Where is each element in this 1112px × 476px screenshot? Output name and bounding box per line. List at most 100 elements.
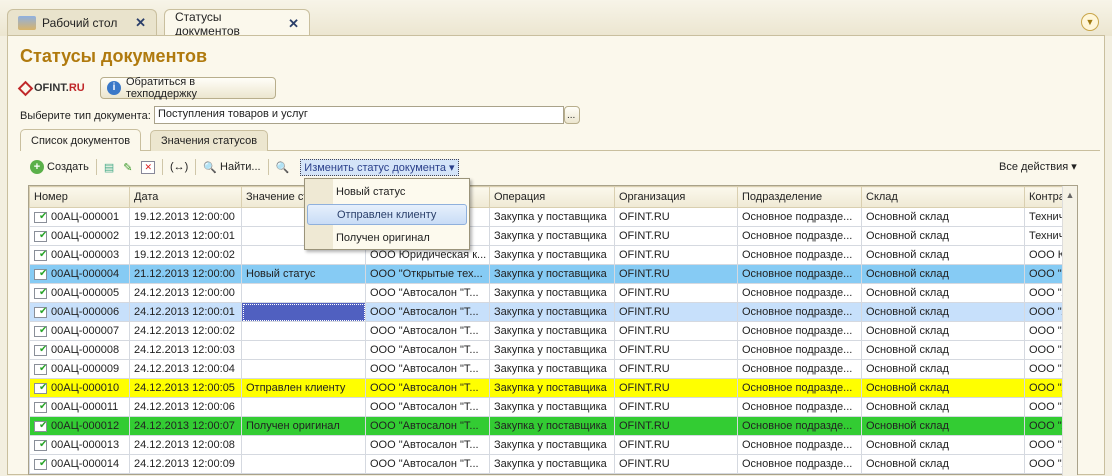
table-cell[interactable]: ООО Ю	[1024, 245, 1064, 265]
table-cell[interactable]: Основное подразде...	[737, 397, 862, 417]
column-header[interactable]: Склад	[861, 186, 1025, 208]
close-icon[interactable]: ✕	[288, 16, 299, 32]
scroll-up-icon[interactable]: ▲	[1063, 190, 1077, 200]
table-cell[interactable]: ООО "А	[1024, 302, 1064, 322]
table-cell[interactable]: ООО "А	[1024, 359, 1064, 379]
table-cell[interactable]: OFINT.RU	[614, 264, 738, 284]
table-cell[interactable]: OFINT.RU	[614, 302, 738, 322]
table-cell[interactable]: ООО "А	[1024, 454, 1064, 474]
table-cell[interactable]: 00АЦ-000007	[29, 321, 130, 341]
table-cell[interactable]: 24.12.2013 12:00:02	[129, 321, 242, 341]
table-cell[interactable]: ООО "А	[1024, 340, 1064, 360]
chevron-down-icon[interactable]: ▼	[1081, 13, 1099, 31]
table-cell[interactable]: OFINT.RU	[614, 359, 738, 379]
table-cell[interactable]: ООО "А	[1024, 283, 1064, 303]
table-cell[interactable]: Основной склад	[861, 226, 1025, 246]
table-cell[interactable]: Новый статус	[241, 264, 366, 284]
table-cell[interactable]: ООО "А	[1024, 378, 1064, 398]
table-cell[interactable]: ООО "А	[1024, 397, 1064, 417]
table-cell[interactable]: OFINT.RU	[614, 416, 738, 436]
table-cell[interactable]: ООО "Автосалон "Т...	[365, 454, 490, 474]
edit-icon[interactable]: ✎	[123, 161, 132, 174]
table-cell[interactable]: Технич	[1024, 207, 1064, 227]
table-row[interactable]: 00АЦ-00000524.12.2013 12:00:00 ООО "Автос…	[29, 283, 1064, 303]
table-row[interactable]: 00АЦ-00001024.12.2013 12:00:05Отправлен …	[29, 378, 1064, 398]
table-cell[interactable]: Закупка у поставщика	[489, 207, 615, 227]
table-cell[interactable]: Технич	[1024, 226, 1064, 246]
table-cell[interactable]: Основное подразде...	[737, 359, 862, 379]
table-cell[interactable]: Основной склад	[861, 359, 1025, 379]
table-cell[interactable]: Основное подразде...	[737, 321, 862, 341]
table-cell[interactable]: Закупка у поставщика	[489, 416, 615, 436]
column-header[interactable]: Номер	[29, 186, 130, 208]
table-cell[interactable]: 00АЦ-000008	[29, 340, 130, 360]
table-cell[interactable]: 24.12.2013 12:00:07	[129, 416, 242, 436]
tab-status-values[interactable]: Значения статусов	[150, 130, 269, 151]
table-cell[interactable]: OFINT.RU	[614, 321, 738, 341]
table-cell[interactable]: 24.12.2013 12:00:09	[129, 454, 242, 474]
table-cell[interactable]: Закупка у поставщика	[489, 340, 615, 360]
table-cell[interactable]: Закупка у поставщика	[489, 397, 615, 417]
table-cell[interactable]: Закупка у поставщика	[489, 321, 615, 341]
menu-item-sent-to-client[interactable]: Отправлен клиенту	[307, 204, 467, 225]
table-cell[interactable]: ООО "Автосалон "Т...	[365, 340, 490, 360]
table-cell[interactable]: Основное подразде...	[737, 264, 862, 284]
table-row[interactable]: 00АЦ-00000624.12.2013 12:00:01 ООО "Автос…	[29, 302, 1064, 322]
table-cell[interactable]: Основной склад	[861, 245, 1025, 265]
table-cell[interactable]: OFINT.RU	[614, 340, 738, 360]
table-cell[interactable]: 24.12.2013 12:00:00	[129, 283, 242, 303]
table-cell[interactable]: 00АЦ-000001	[29, 207, 130, 227]
table-cell[interactable]: ООО "Открытые тех...	[365, 264, 490, 284]
table-cell[interactable]: Основное подразде...	[737, 226, 862, 246]
table-row[interactable]: 00АЦ-00001224.12.2013 12:00:07Получен ор…	[29, 416, 1064, 436]
scrollbar[interactable]: ▲	[1062, 186, 1077, 476]
close-icon[interactable]: ✕	[135, 15, 146, 31]
table-cell[interactable]: ООО "А	[1024, 416, 1064, 436]
table-cell[interactable]: 24.12.2013 12:00:05	[129, 378, 242, 398]
table-cell[interactable]: Получен оригинал	[241, 416, 366, 436]
table-cell[interactable]: Отправлен клиенту	[241, 378, 366, 398]
table-cell[interactable]: 24.12.2013 12:00:03	[129, 340, 242, 360]
cancel-search-icon[interactable]: 🔍	[276, 161, 290, 174]
column-header[interactable]: Операция	[489, 186, 615, 208]
table-cell[interactable]: 00АЦ-000009	[29, 359, 130, 379]
table-cell[interactable]: 21.12.2013 12:00:00	[129, 264, 242, 284]
table-cell[interactable]: 19.12.2013 12:00:00	[129, 207, 242, 227]
table-cell[interactable]: ООО "Автосалон "Т...	[365, 302, 490, 322]
tab-document-statuses[interactable]: Статусы документов ✕	[164, 9, 310, 38]
table-cell[interactable]: 24.12.2013 12:00:06	[129, 397, 242, 417]
table-row[interactable]: 00АЦ-00000119.12.2013 12:00:00 Закупка у …	[29, 207, 1064, 227]
table-cell[interactable]: ООО "А	[1024, 321, 1064, 341]
table-cell[interactable]: 00АЦ-000003	[29, 245, 130, 265]
table-cell[interactable]: ООО "Автосалон "Т...	[365, 378, 490, 398]
table-cell[interactable]: OFINT.RU	[614, 245, 738, 265]
table-cell[interactable]: Основное подразде...	[737, 302, 862, 322]
table-cell[interactable]: Основное подразде...	[737, 207, 862, 227]
table-cell[interactable]: 24.12.2013 12:00:08	[129, 435, 242, 455]
table-cell[interactable]: 00АЦ-000010	[29, 378, 130, 398]
column-header[interactable]: Подразделение	[737, 186, 862, 208]
table-cell[interactable]: 24.12.2013 12:00:04	[129, 359, 242, 379]
table-cell[interactable]: Закупка у поставщика	[489, 283, 615, 303]
find-button[interactable]: Найти...	[220, 161, 261, 173]
table-row[interactable]: 00АЦ-00000724.12.2013 12:00:02 ООО "Автос…	[29, 321, 1064, 341]
column-header[interactable]: Дата	[129, 186, 242, 208]
table-cell[interactable]	[241, 302, 366, 322]
table-cell[interactable]: Основной склад	[861, 321, 1025, 341]
table-row[interactable]: 00АЦ-00001324.12.2013 12:00:08 ООО "Автос…	[29, 435, 1064, 455]
table-cell[interactable]: Основное подразде...	[737, 340, 862, 360]
table-cell[interactable]: 19.12.2013 12:00:01	[129, 226, 242, 246]
table-cell[interactable]: ООО "Автосалон "Т...	[365, 321, 490, 341]
table-cell[interactable]: Закупка у поставщика	[489, 454, 615, 474]
tab-desktop[interactable]: Рабочий стол ✕	[7, 9, 157, 36]
table-row[interactable]: 00АЦ-00000219.12.2013 12:00:01 Закупка у …	[29, 226, 1064, 246]
table-cell[interactable]	[241, 321, 366, 341]
table-cell[interactable]: Основной склад	[861, 264, 1025, 284]
all-actions-button[interactable]: Все действия ▾	[999, 160, 1077, 173]
table-cell[interactable]: 00АЦ-000005	[29, 283, 130, 303]
copy-icon[interactable]: ▤	[104, 161, 114, 174]
table-row[interactable]: 00АЦ-00001124.12.2013 12:00:06 ООО "Автос…	[29, 397, 1064, 417]
table-cell[interactable]: Основное подразде...	[737, 416, 862, 436]
table-row[interactable]: 00АЦ-00001424.12.2013 12:00:09 ООО "Автос…	[29, 454, 1064, 474]
table-cell[interactable]: 00АЦ-000011	[29, 397, 130, 417]
